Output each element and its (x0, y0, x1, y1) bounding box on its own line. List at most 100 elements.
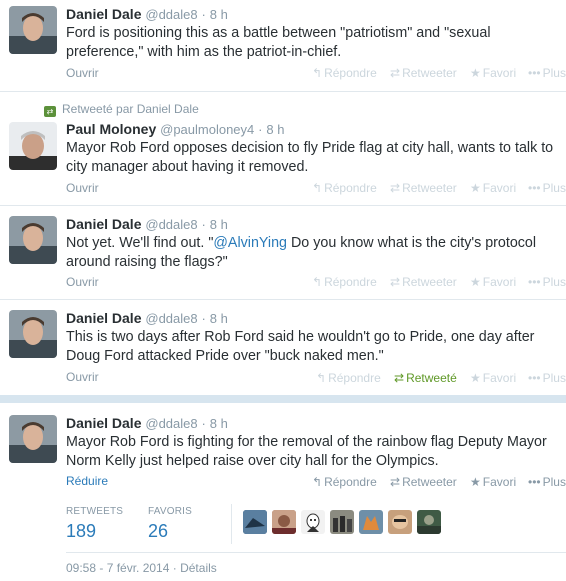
retweeter-avatar[interactable] (359, 510, 383, 534)
retweet-button[interactable]: ⇄ Retweeter (390, 475, 457, 489)
reply-button[interactable]: ↰ Répondre (312, 475, 377, 489)
tweet-time[interactable]: 8 h (210, 416, 228, 431)
more-button[interactable]: ••• Plus (528, 181, 566, 195)
retweet-badge-icon: ⇄ (44, 106, 56, 117)
more-icon: ••• (528, 181, 541, 195)
star-icon: ★ (470, 66, 481, 80)
author-handle[interactable]: @ddale8 (145, 416, 197, 431)
retweet-label: Retweeter (402, 275, 457, 289)
more-button[interactable]: ••• Plus (528, 475, 566, 489)
retweeter-avatar[interactable] (330, 510, 354, 534)
retweet-button[interactable]: ⇄ Retweeter (390, 181, 457, 195)
tweet-4[interactable]: Daniel Dale @ddale8 · 8 h This is two da… (0, 300, 566, 395)
tweet-time[interactable]: 8 h (210, 7, 228, 22)
retweet-button[interactable]: ⇄ Retweeter (390, 275, 457, 289)
favorite-button[interactable]: ★ Favori (470, 371, 516, 385)
retweeter-avatar[interactable] (301, 510, 325, 534)
favorites-label[interactable]: FAVORIS (148, 506, 192, 517)
reply-label: Répondre (324, 475, 377, 489)
reply-icon: ↰ (312, 475, 323, 489)
retweeter-avatar[interactable] (243, 510, 267, 534)
retweet-button[interactable]: ⇄ Retweeter (390, 66, 457, 80)
favorite-label: Favori (482, 371, 517, 385)
details-link[interactable]: Détails (180, 561, 217, 575)
dot-separator: · (258, 122, 263, 137)
tweet-3[interactable]: Daniel Dale @ddale8 · 8 h Not yet. We'll… (0, 206, 566, 300)
reply-label: Répondre (328, 371, 381, 385)
avatar[interactable] (9, 310, 57, 358)
more-icon: ••• (528, 275, 541, 289)
avatar[interactable] (9, 216, 57, 264)
retweet-label: Retweeter (402, 181, 457, 195)
tweet-footer: 09:58 - 7 févr. 2014 · Détails (66, 561, 217, 575)
favorite-button[interactable]: ★ Favori (470, 275, 516, 289)
author-handle[interactable]: @ddale8 (145, 217, 197, 232)
retweeter-avatar[interactable] (388, 510, 412, 534)
favorite-label: Favori (482, 275, 517, 289)
retweet-icon: ⇄ (390, 275, 401, 289)
favorite-button[interactable]: ★ Favori (470, 66, 516, 80)
reply-button[interactable]: ↰ Répondre (312, 275, 377, 289)
avatar[interactable] (9, 122, 57, 170)
reply-icon: ↰ (312, 66, 323, 80)
favorite-label: Favori (482, 475, 517, 489)
author-name[interactable]: Daniel Dale (66, 415, 141, 431)
reply-button[interactable]: ↰ Répondre (316, 371, 381, 385)
author-name[interactable]: Daniel Dale (66, 216, 141, 232)
avatar[interactable] (9, 6, 57, 54)
retweets-count[interactable]: 189 (66, 521, 96, 542)
retweet-label: Retweeter (402, 475, 457, 489)
tweet-timestamp[interactable]: 09:58 - 7 févr. 2014 (66, 561, 169, 575)
retweets-label[interactable]: RETWEETS (66, 506, 123, 517)
conversation-divider (0, 395, 566, 403)
author-name[interactable]: Daniel Dale (66, 310, 141, 326)
retweet-icon: ⇄ (390, 66, 401, 80)
tweet-2[interactable]: ⇄ Retweeté par Daniel Dale Paul Moloney @… (0, 92, 566, 206)
retweeted-by-label[interactable]: Retweeté par Daniel Dale (62, 102, 199, 116)
more-icon: ••• (528, 475, 541, 489)
open-link[interactable]: Ouvrir (66, 275, 99, 289)
tweet-text: This is two days after Rob Ford said he … (66, 329, 535, 364)
tweet-time[interactable]: 8 h (210, 311, 228, 326)
favorite-button[interactable]: ★ Favori (470, 475, 516, 489)
star-icon: ★ (470, 371, 481, 385)
tweet-time[interactable]: 8 h (266, 122, 284, 137)
more-label: Plus (542, 475, 566, 489)
author-handle[interactable]: @ddale8 (145, 311, 197, 326)
retweeted-by-banner: ⇄ Retweeté par Daniel Dale (44, 102, 199, 117)
more-label: Plus (542, 181, 566, 195)
author-name[interactable]: Paul Moloney (66, 121, 156, 137)
retweeter-avatar[interactable] (417, 510, 441, 534)
more-icon: ••• (528, 371, 541, 385)
retweeter-avatar[interactable] (272, 510, 296, 534)
author-name[interactable]: Daniel Dale (66, 6, 141, 22)
open-link[interactable]: Ouvrir (66, 66, 99, 80)
tweet-text: Mayor Rob Ford is fighting for the remov… (66, 434, 547, 469)
mention-link[interactable]: @AlvinYing (213, 235, 287, 251)
author-handle[interactable]: @paulmoloney4 (160, 122, 254, 137)
reply-button[interactable]: ↰ Répondre (312, 181, 377, 195)
tweet-5-expanded[interactable]: Daniel Dale @ddale8 · 8 h Mayor Rob Ford… (0, 403, 566, 581)
favorites-count[interactable]: 26 (148, 521, 168, 542)
favorite-button[interactable]: ★ Favori (470, 181, 516, 195)
open-link[interactable]: Ouvrir (66, 370, 99, 384)
tweet-text: Mayor Rob Ford opposes decision to fly P… (66, 140, 554, 175)
avatar[interactable] (9, 415, 57, 463)
collapse-link[interactable]: Réduire (66, 474, 108, 488)
tweet-1[interactable]: Daniel Dale @ddale8 · 8 h Ford is positi… (0, 0, 566, 92)
tweet-time[interactable]: 8 h (210, 217, 228, 232)
tweet-text-start: Not yet. We'll find out. " (66, 235, 214, 251)
more-button[interactable]: ••• Plus (528, 275, 566, 289)
favorite-label: Favori (482, 181, 517, 195)
footer-separator: · (172, 561, 177, 575)
favorite-label: Favori (482, 66, 517, 80)
retweeted-button[interactable]: ⇄ Retweeté (394, 371, 457, 385)
retweet-icon: ⇄ (390, 475, 401, 489)
more-button[interactable]: ••• Plus (528, 371, 566, 385)
open-link[interactable]: Ouvrir (66, 181, 99, 195)
tweet-text: Not yet. We'll find out. "@AlvinYing Do … (66, 234, 561, 271)
author-handle[interactable]: @ddale8 (145, 7, 197, 22)
star-icon: ★ (470, 475, 481, 489)
reply-button[interactable]: ↰ Répondre (312, 66, 377, 80)
more-button[interactable]: ••• Plus (528, 66, 566, 80)
